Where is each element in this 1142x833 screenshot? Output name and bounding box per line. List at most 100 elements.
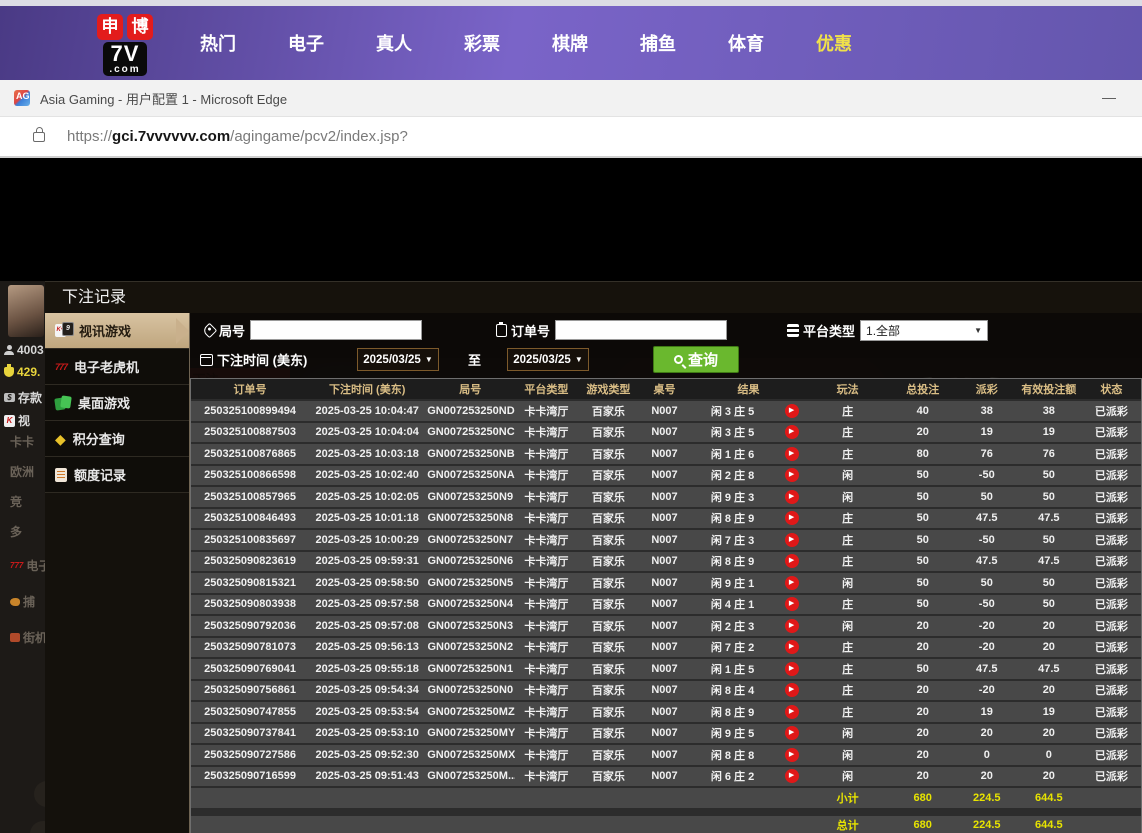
- total-row: 总计 680 224.5 644.5: [191, 816, 1141, 833]
- url-text[interactable]: https://gci.7vvvvvv.com/agingame/pcv2/in…: [67, 128, 408, 145]
- lobby-item-2[interactable]: $存款: [4, 389, 42, 406]
- menu-item-4[interactable]: 额度记录: [45, 457, 189, 493]
- replay-icon[interactable]: ▶: [785, 726, 799, 740]
- cell-bet: 20: [888, 745, 958, 765]
- round-label: 局号: [204, 321, 245, 340]
- cell-table: N007: [639, 487, 689, 507]
- cell-order: 250325090756861: [191, 681, 309, 701]
- cell-time: 2025-03-25 10:04:04: [309, 423, 425, 443]
- lobby-item-label: 视: [18, 412, 30, 429]
- lobby-item-8[interactable]: 777电子: [10, 557, 45, 574]
- cell-payout: 76: [958, 444, 1016, 464]
- cell-result: 闲 8 庄 8: [689, 745, 775, 765]
- lobby-item-6[interactable]: 竞: [10, 493, 22, 510]
- lobby-item-7[interactable]: 多: [10, 523, 22, 540]
- nav-item-1[interactable]: 电子: [288, 30, 324, 56]
- cell-order: 250325090727586: [191, 745, 309, 765]
- replay-icon[interactable]: ▶: [785, 447, 799, 461]
- cell-bet: 50: [888, 659, 958, 679]
- cell-platform: 卡卡湾厅: [515, 702, 577, 722]
- replay-icon[interactable]: ▶: [785, 640, 799, 654]
- cell-payout: 47.5: [958, 552, 1016, 572]
- subtotal-row: 小计 680 224.5 644.5: [191, 788, 1141, 808]
- replay-icon[interactable]: ▶: [785, 468, 799, 482]
- cell-replay: ▶: [776, 659, 808, 679]
- lobby-item-5[interactable]: 欧洲: [10, 463, 34, 480]
- cell-replay: ▶: [776, 745, 808, 765]
- replay-icon[interactable]: ▶: [785, 619, 799, 633]
- col-game-type: 游戏类型: [577, 379, 639, 399]
- search-button[interactable]: 查询: [653, 346, 739, 373]
- nav-item-3[interactable]: 彩票: [464, 30, 500, 56]
- cell-time: 2025-03-25 10:02:40: [309, 466, 425, 486]
- site-logo[interactable]: 申 博 7V .com: [75, 14, 175, 77]
- cell-status: 已派彩: [1082, 466, 1141, 486]
- logo-badge-shen: 申: [97, 14, 123, 40]
- nav-item-2[interactable]: 真人: [376, 30, 412, 56]
- url-bar[interactable]: https://gci.7vvvvvv.com/agingame/pcv2/in…: [0, 117, 1142, 158]
- cell-payout: 19: [958, 702, 1016, 722]
- round-input[interactable]: [250, 320, 422, 340]
- date-to-select[interactable]: 2025/03/25▼: [507, 348, 589, 371]
- cell-game-type: 百家乐: [577, 745, 639, 765]
- replay-icon[interactable]: ▶: [785, 597, 799, 611]
- menu-item-3[interactable]: ◆积分查询: [45, 421, 189, 457]
- replay-icon[interactable]: ▶: [785, 769, 799, 783]
- cell-play: 闲: [808, 616, 888, 636]
- replay-icon[interactable]: ▶: [785, 425, 799, 439]
- cell-valid: 50: [1016, 573, 1082, 593]
- cell-round: GN007253250MY: [425, 724, 515, 744]
- order-input[interactable]: [555, 320, 727, 340]
- cell-valid: 50: [1016, 530, 1082, 550]
- cell-order: 250325100899494: [191, 401, 309, 421]
- replay-icon[interactable]: ▶: [785, 576, 799, 590]
- site-nav-items: 热门 电子 真人 彩票 棋牌 捕鱼 体育 优惠: [200, 30, 852, 56]
- cell-table: N007: [639, 745, 689, 765]
- platform-type-select[interactable]: 1.全部▼: [860, 320, 988, 341]
- cell-time: 2025-03-25 10:02:05: [309, 487, 425, 507]
- cell-status: 已派彩: [1082, 767, 1141, 787]
- replay-icon[interactable]: ▶: [785, 748, 799, 762]
- nav-item-4[interactable]: 棋牌: [552, 30, 588, 56]
- date-from-select[interactable]: 2025/03/25▼: [357, 348, 439, 371]
- nav-item-7[interactable]: 优惠: [816, 30, 852, 56]
- lobby-item-4[interactable]: 卡卡: [10, 433, 34, 450]
- table-row: 2503250907165992025-03-25 09:51:43GN0072…: [191, 767, 1141, 787]
- replay-icon[interactable]: ▶: [785, 533, 799, 547]
- lobby-item-10[interactable]: 街机: [10, 629, 45, 646]
- menu-item-2[interactable]: 桌面游戏: [45, 385, 189, 421]
- replay-icon[interactable]: ▶: [785, 705, 799, 719]
- menu-item-1[interactable]: 777电子老虎机: [45, 349, 189, 385]
- menu-item-0[interactable]: 视讯游戏: [45, 313, 189, 349]
- cell-order: 250325100876865: [191, 444, 309, 464]
- cell-table: N007: [639, 509, 689, 529]
- nav-item-6[interactable]: 体育: [728, 30, 764, 56]
- lobby-item-1[interactable]: 429.: [4, 365, 40, 379]
- lobby-item-9[interactable]: 捕: [10, 593, 35, 610]
- nav-item-0[interactable]: 热门: [200, 30, 236, 56]
- cell-play: 庄: [808, 595, 888, 615]
- replay-icon[interactable]: ▶: [785, 404, 799, 418]
- cell-status: 已派彩: [1082, 401, 1141, 421]
- cell-game-type: 百家乐: [577, 509, 639, 529]
- lobby-item-0[interactable]: 4003: [4, 343, 44, 357]
- replay-icon[interactable]: ▶: [785, 490, 799, 504]
- cell-result: 闲 1 庄 5: [689, 659, 775, 679]
- table-row: 2503251008464932025-03-25 10:01:18GN0072…: [191, 509, 1141, 529]
- replay-icon[interactable]: ▶: [785, 683, 799, 697]
- cell-result: 闲 9 庄 5: [689, 724, 775, 744]
- order-label: 订单号: [496, 321, 550, 340]
- replay-icon[interactable]: ▶: [785, 662, 799, 676]
- replay-icon[interactable]: ▶: [785, 511, 799, 525]
- lobby-item-3[interactable]: K视: [4, 412, 30, 429]
- nav-item-5[interactable]: 捕鱼: [640, 30, 676, 56]
- cell-game-type: 百家乐: [577, 444, 639, 464]
- replay-icon[interactable]: ▶: [785, 554, 799, 568]
- minimize-button[interactable]: —: [1098, 88, 1120, 108]
- cell-game-type: 百家乐: [577, 552, 639, 572]
- cell-valid: 19: [1016, 702, 1082, 722]
- faint-icon: [34, 781, 45, 807]
- cell-payout: -20: [958, 638, 1016, 658]
- tag-icon: [202, 322, 218, 338]
- cell-result: 闲 9 庄 1: [689, 573, 775, 593]
